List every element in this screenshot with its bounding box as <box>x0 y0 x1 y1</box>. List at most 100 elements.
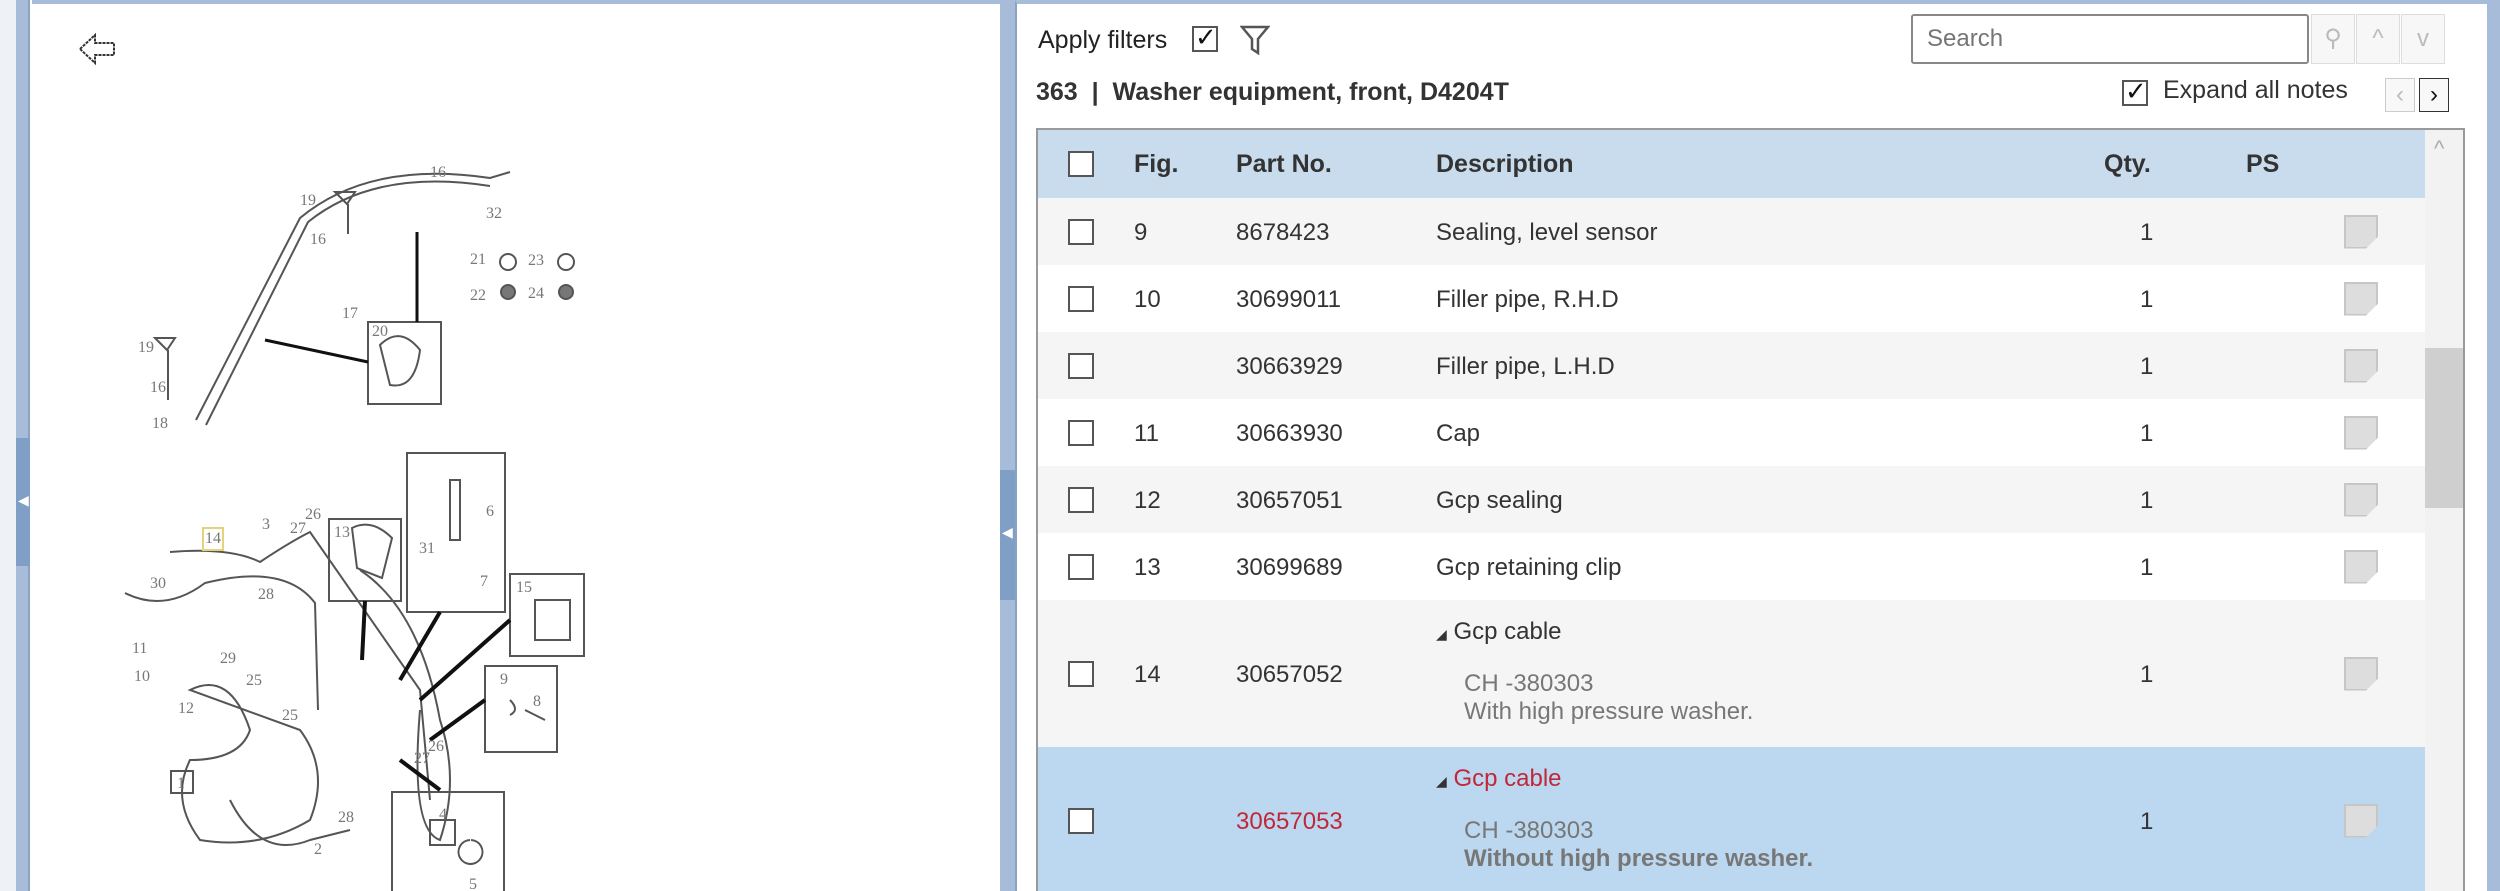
callout[interactable]: 23 <box>528 252 544 269</box>
collapse-triangle-icon[interactable]: ◢ <box>1436 626 1447 642</box>
note-icon[interactable] <box>2344 656 2378 691</box>
callout[interactable]: 8 <box>533 693 541 710</box>
select-all-checkbox[interactable] <box>1068 151 1094 177</box>
collapse-triangle-icon[interactable]: ◢ <box>1436 773 1447 789</box>
row-checkbox[interactable] <box>1068 660 1094 687</box>
col-ps[interactable]: PS <box>2246 150 2279 179</box>
callout[interactable]: 27 <box>290 520 306 537</box>
callout[interactable]: 20 <box>372 323 388 340</box>
expand-all-notes-checkbox[interactable] <box>2122 76 2148 107</box>
table-row[interactable]: 13 30699689 Gcp retaining clip 1 <box>1038 533 2425 600</box>
search-input[interactable] <box>1911 14 2309 64</box>
part-number[interactable]: 30657052 <box>1236 661 1343 689</box>
row-checkbox[interactable] <box>1068 285 1094 312</box>
row-checkbox[interactable] <box>1068 352 1094 379</box>
callout[interactable]: 21 <box>470 251 486 268</box>
callout[interactable]: 22 <box>470 287 486 304</box>
part-number[interactable]: 30699011 <box>1236 286 1341 314</box>
col-part-no[interactable]: Part No. <box>1236 150 1332 179</box>
panel-splitter[interactable] <box>1000 0 1015 891</box>
col-description[interactable]: Description <box>1436 150 1574 179</box>
search-button[interactable]: ⚲ <box>2311 14 2355 64</box>
callout[interactable]: 28 <box>258 586 274 603</box>
splitter-handle[interactable]: ◀ <box>1000 470 1015 600</box>
callout[interactable]: 30 <box>150 575 166 592</box>
callout[interactable]: 9 <box>500 671 508 688</box>
chevron-left-icon: ◀ <box>1002 524 1013 540</box>
col-fig[interactable]: Fig. <box>1134 150 1178 179</box>
row-checkbox[interactable] <box>1068 553 1094 580</box>
note-icon[interactable] <box>2344 482 2378 517</box>
table-row[interactable]: 30657053 ◢ Gcp cable CH -380303 Without h… <box>1038 747 2425 891</box>
filter-icon[interactable] <box>1240 24 1270 56</box>
row-checkbox[interactable] <box>1068 486 1094 513</box>
part-number[interactable]: 30657051 <box>1236 487 1343 515</box>
description[interactable]: ◢ Gcp cable <box>1436 765 1562 793</box>
table-row[interactable]: 10 30699011 Filler pipe, R.H.D 1 <box>1038 265 2425 332</box>
callout[interactable]: 17 <box>342 305 358 322</box>
callout[interactable]: 4 <box>439 806 447 823</box>
note-icon[interactable] <box>2344 281 2378 316</box>
callout[interactable]: 5 <box>469 876 477 891</box>
table-row[interactable]: 30663929 Filler pipe, L.H.D 1 <box>1038 332 2425 399</box>
callout[interactable]: 3 <box>262 516 270 533</box>
callout[interactable]: 26 <box>305 506 321 523</box>
apply-filters-checkbox[interactable] <box>1192 22 1218 53</box>
part-number[interactable]: 30663929 <box>1236 353 1343 381</box>
callout[interactable]: 25 <box>282 707 298 724</box>
callout[interactable]: 2 <box>314 841 322 858</box>
parts-diagram[interactable]: 19 16 17 16 32 21 23 22 24 20 19 16 18 1… <box>32 0 1000 891</box>
callout[interactable]: 10 <box>134 668 150 685</box>
next-page-button[interactable]: › <box>2419 78 2449 112</box>
left-collapse-handle[interactable]: ◀ <box>16 438 30 566</box>
scroll-up-icon[interactable]: ^ <box>2434 136 2444 162</box>
callout[interactable]: 13 <box>334 524 350 541</box>
part-number[interactable]: 30699689 <box>1236 554 1343 582</box>
part-number[interactable]: 30663930 <box>1236 420 1343 448</box>
scrollbar[interactable] <box>2425 130 2463 891</box>
note-icon[interactable] <box>2344 415 2378 450</box>
callout[interactable]: 7 <box>480 573 488 590</box>
callout[interactable]: 31 <box>419 540 435 557</box>
search-next-button[interactable]: v <box>2401 14 2445 64</box>
callout[interactable]: 6 <box>486 503 494 520</box>
note-icon[interactable] <box>2344 549 2378 584</box>
table-row[interactable]: 12 30657051 Gcp sealing 1 <box>1038 466 2425 533</box>
callout[interactable]: 25 <box>246 672 262 689</box>
part-number[interactable]: 30657053 <box>1236 808 1343 836</box>
callout[interactable]: 18 <box>152 415 168 432</box>
callout[interactable]: 16 <box>150 379 166 396</box>
row-checkbox[interactable] <box>1068 419 1094 446</box>
note-icon[interactable] <box>2344 348 2378 383</box>
note-icon[interactable] <box>2344 803 2378 838</box>
callout[interactable]: 16 <box>430 164 446 181</box>
callout[interactable]: 1 <box>177 775 185 792</box>
callout[interactable]: 24 <box>528 285 544 302</box>
callout[interactable]: 26 <box>428 738 444 755</box>
callout[interactable]: 28 <box>338 809 354 826</box>
callout[interactable]: 27 <box>414 750 430 767</box>
table-row[interactable]: 14 30657052 ◢ Gcp cable CH -380303 With h… <box>1038 600 2425 747</box>
part-number[interactable]: 8678423 <box>1236 219 1329 247</box>
callout[interactable]: 15 <box>516 579 532 596</box>
table-row[interactable]: 11 30663930 Cap 1 <box>1038 399 2425 466</box>
callout[interactable]: 12 <box>178 700 194 717</box>
quantity: 1 <box>2140 553 2154 581</box>
scrollbar-thumb[interactable] <box>2425 348 2463 508</box>
title-separator: | <box>1091 78 1099 106</box>
note-icon[interactable] <box>2344 214 2378 249</box>
callout[interactable]: 16 <box>310 231 326 248</box>
description[interactable]: ◢ Gcp cable <box>1436 618 1562 646</box>
table-row[interactable]: 9 8678423 Sealing, level sensor 1 <box>1038 198 2425 265</box>
search-prev-button[interactable]: ^ <box>2356 14 2400 64</box>
row-checkbox[interactable] <box>1068 807 1094 834</box>
prev-page-button[interactable]: ‹ <box>2385 78 2415 112</box>
callout[interactable]: 11 <box>132 640 147 657</box>
row-checkbox[interactable] <box>1068 218 1094 245</box>
callout[interactable]: 32 <box>486 205 502 222</box>
callout[interactable]: 19 <box>138 339 154 356</box>
callout[interactable]: 14 <box>205 530 221 547</box>
col-qty[interactable]: Qty. <box>2104 150 2151 179</box>
callout[interactable]: 19 <box>300 192 316 209</box>
callout[interactable]: 29 <box>220 650 236 667</box>
